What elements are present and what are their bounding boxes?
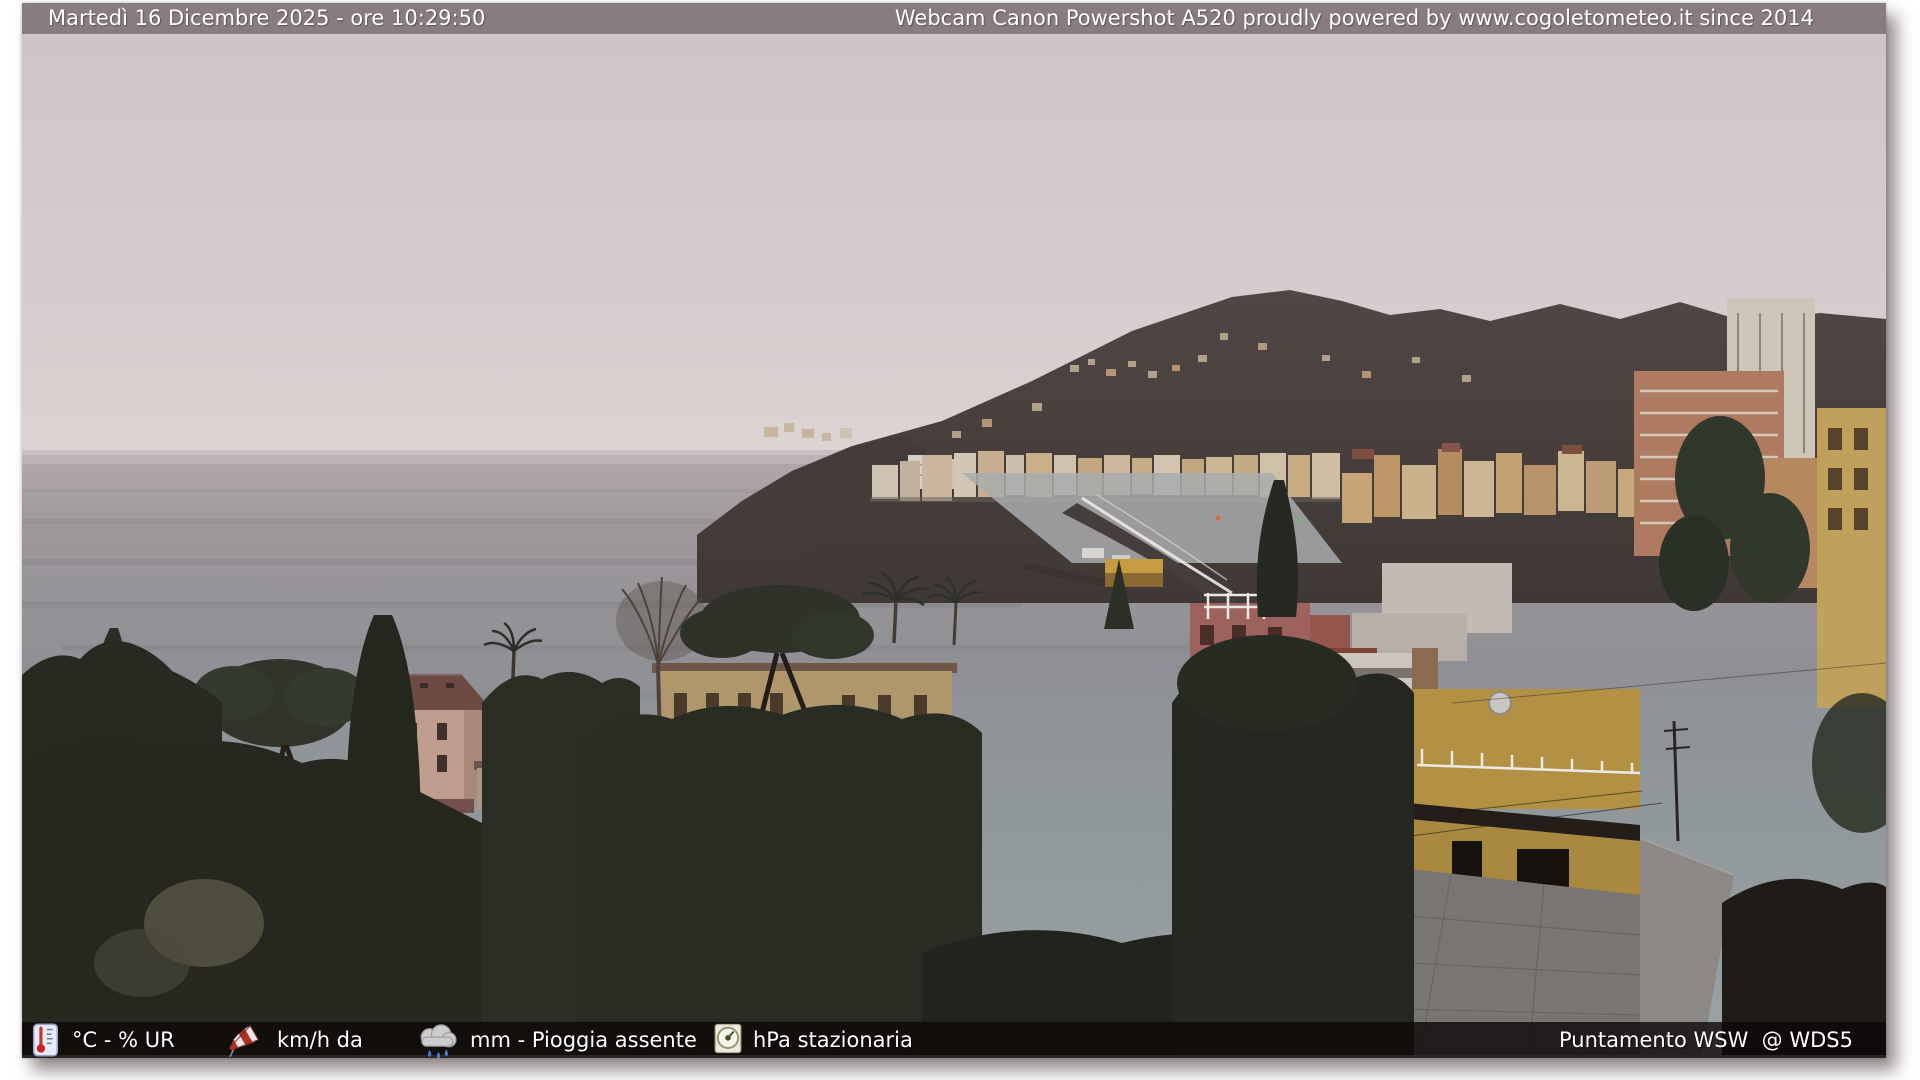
datetime-text: Martedì 16 Dicembre 2025 - ore 10:29:50 [48, 6, 486, 30]
shore-yellow-building [1105, 559, 1163, 587]
satellite-dish [1488, 691, 1512, 715]
thermometer-icon [32, 1023, 59, 1058]
top-overlay-bar: Martedì 16 Dicembre 2025 - ore 10:29:50 … [22, 3, 1886, 34]
credit-text: Webcam Canon Powershot A520 proudly powe… [894, 6, 1814, 30]
temperature-humidity-text: °C - % UR [72, 1028, 175, 1052]
webcam-image: Martedì 16 Dicembre 2025 - ore 10:29:50 … [22, 3, 1886, 1058]
rain-cloud-icon [414, 1023, 458, 1058]
windsock-icon [220, 1023, 260, 1058]
bottom-overlay-bar: °C - % UR km/h da mm - Pioggia assente h… [22, 1022, 1886, 1058]
barometer-icon [714, 1023, 742, 1058]
street-light-green [1297, 518, 1303, 524]
pressure-text: hPa stazionaria [753, 1028, 913, 1052]
beach-hut [1082, 548, 1104, 558]
orientation-text: Puntamento WSW @ WDS5 [1559, 1028, 1853, 1052]
webcam-page: Martedì 16 Dicembre 2025 - ore 10:29:50 … [0, 0, 1920, 1080]
wind-text: km/h da [277, 1028, 363, 1052]
webcam-photo-scene [22, 3, 1886, 1058]
rain-text: mm - Pioggia assente [470, 1028, 697, 1052]
street-light-warm [1215, 515, 1221, 521]
